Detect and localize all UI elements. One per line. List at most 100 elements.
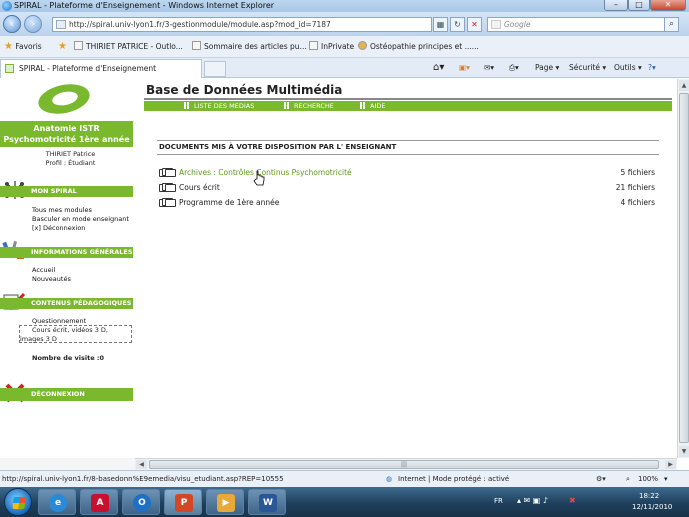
- folder-icon: [159, 168, 177, 177]
- documents-heading: DOCUMENTS MIS À VOTRE DISPOSITION PAR L'…: [157, 140, 659, 155]
- link-nouveautes[interactable]: Nouveautés: [32, 275, 71, 284]
- folder-link[interactable]: Cours écrit: [179, 181, 220, 194]
- folder-icon: [159, 183, 177, 192]
- alert-icon[interactable]: ✖: [569, 496, 576, 505]
- scroll-right-icon[interactable]: ▶: [665, 460, 676, 469]
- start-button[interactable]: [4, 488, 32, 516]
- scroll-left-icon[interactable]: ◀: [136, 460, 147, 469]
- zoom-level[interactable]: 100%: [638, 471, 658, 487]
- page-icon: [309, 41, 318, 50]
- refresh-icon[interactable]: ↻: [450, 17, 465, 32]
- folder-link[interactable]: Archives : Contrôles Continus Psychomotr…: [179, 166, 352, 179]
- link-accueil[interactable]: Accueil: [32, 266, 55, 275]
- link-cours-ecrit-videos[interactable]: Cours écrit, vidéos 3 D, images 3 D: [19, 325, 132, 343]
- favorite-label: InPrivate: [321, 42, 355, 51]
- url-text: http://spiral.univ-lyon1.fr/3-gestionmod…: [69, 20, 331, 29]
- scroll-up-icon[interactable]: ▲: [679, 80, 689, 91]
- tools-menu[interactable]: Outils ▾: [614, 58, 642, 78]
- page-menu[interactable]: Page ▾: [535, 58, 559, 78]
- menu-recherche[interactable]: RECHERCHE: [284, 101, 334, 111]
- scroll-thumb-horizontal[interactable]: |||: [149, 460, 659, 469]
- page-icon: [192, 41, 201, 50]
- favorites-button[interactable]: ★ Favoris: [4, 36, 42, 58]
- scroll-down-icon[interactable]: ▼: [679, 446, 689, 457]
- folder-row[interactable]: Archives : Contrôles Continus Psychomotr…: [157, 166, 655, 179]
- cours-ecrit-line2: images 3 D: [20, 335, 57, 343]
- visit-count: Nombre de visite :0: [32, 354, 104, 362]
- folder-row[interactable]: Cours écrit 21 fichiers: [157, 181, 655, 194]
- favorite-label: THIRIET PATRICE - Outlo...: [86, 42, 183, 51]
- menu-aide[interactable]: AIDE: [360, 101, 385, 111]
- favorite-label: Sommaire des articles pu...: [204, 42, 307, 51]
- favorite-link-outlook[interactable]: THIRIET PATRICE - Outlo...: [74, 36, 183, 58]
- link-basculer-mode-enseignant[interactable]: Basculer en mode enseignant: [32, 215, 129, 224]
- clock-date[interactable]: 12/11/2010: [632, 503, 672, 511]
- page-title: Base de Données Multimédia: [146, 83, 343, 97]
- new-tab-button[interactable]: [204, 61, 226, 77]
- documents-panel: DOCUMENTS MIS À VOTRE DISPOSITION PAR L'…: [157, 140, 659, 210]
- zoom-dropdown-icon[interactable]: ▾: [664, 471, 668, 487]
- tab-spiral[interactable]: SPIRAL - Plateforme d'Enseignement: [0, 59, 202, 78]
- minimize-button[interactable]: –: [604, 0, 628, 11]
- folder-row[interactable]: Programme de 1ère année 4 fichiers: [157, 196, 655, 209]
- folder-icon: [159, 198, 177, 207]
- help-icon[interactable]: ?▾: [648, 58, 656, 78]
- course-title-line1: Anatomie ISTR: [33, 124, 100, 133]
- clock-time[interactable]: 18:22: [639, 492, 659, 500]
- star-icon: ★: [4, 41, 13, 52]
- taskbar-outlook[interactable]: O: [122, 489, 160, 515]
- tray-icons[interactable]: ▴ ✉ ▣ ♪: [517, 496, 548, 505]
- maximize-button[interactable]: □: [628, 0, 650, 11]
- stop-icon[interactable]: ✕: [467, 17, 482, 32]
- taskbar-word[interactable]: W: [248, 489, 286, 515]
- protected-mode-icon[interactable]: ⚙▾: [596, 471, 606, 487]
- user-name: THIRIET Patrice: [45, 150, 96, 158]
- menu-liste-des-medias[interactable]: LISTE DES MEDIAS: [184, 101, 254, 111]
- google-icon: [491, 20, 501, 29]
- home-icon[interactable]: ⌂▾: [433, 58, 444, 78]
- zoom-icon: ⌕: [626, 475, 630, 483]
- rss-icon[interactable]: ▣▾: [459, 58, 470, 78]
- taskbar-acrobat[interactable]: A: [80, 489, 118, 515]
- sidebar: Anatomie ISTR Psychomotricité 1ère année…: [0, 79, 133, 403]
- favorite-link-sommaire[interactable]: Sommaire des articles pu...: [192, 36, 307, 58]
- horizontal-scrollbar[interactable]: ◀ ||| ▶: [135, 458, 677, 470]
- print-icon[interactable]: ⎙▾: [509, 58, 519, 78]
- forward-button[interactable]: ›: [24, 15, 42, 33]
- favorite-link-osteopathie[interactable]: Ostéopathie principes et ......: [358, 36, 479, 58]
- deconnexion-button[interactable]: DÉCONNEXION: [0, 388, 133, 401]
- folder-link[interactable]: Programme de 1ère année: [179, 196, 279, 209]
- tab-title: SPIRAL - Plateforme d'Enseignement: [19, 64, 157, 73]
- compat-view-icon[interactable]: ▦: [433, 17, 448, 32]
- page-icon: [56, 20, 66, 29]
- vertical-scrollbar[interactable]: ▲ ▼: [677, 79, 689, 458]
- close-window-button[interactable]: ✕: [650, 0, 686, 11]
- media-menu-bar: LISTE DES MEDIAS RECHERCHE AIDE: [144, 101, 672, 111]
- taskbar-ie[interactable]: e: [38, 489, 76, 515]
- spiral-favicon-icon: [5, 64, 14, 73]
- scroll-thumb[interactable]: [679, 93, 689, 443]
- search-input[interactable]: Google ⌕: [487, 17, 679, 32]
- security-menu[interactable]: Sécurité ▾: [569, 58, 606, 78]
- user-profile: Profil : Étudiant: [45, 159, 96, 167]
- link-deconnexion-small[interactable]: [x] Déconnexion: [32, 224, 85, 233]
- title-divider: [144, 98, 672, 100]
- flower-icon: [358, 41, 367, 50]
- back-button[interactable]: ‹: [3, 15, 21, 33]
- menu-label: RECHERCHE: [294, 102, 334, 110]
- powerpoint-icon: P: [175, 494, 193, 512]
- add-favorite-icon[interactable]: ★: [58, 36, 67, 58]
- link-tous-mes-modules[interactable]: Tous mes modules: [32, 206, 92, 215]
- section-contenus-pedagogiques: CONTENUS PÉDAGOGIQUES: [0, 298, 133, 309]
- security-zone: Internet | Mode protégé : activé: [398, 475, 510, 483]
- user-info: THIRIET Patrice Profil : Étudiant: [0, 150, 133, 168]
- search-icon[interactable]: ⌕: [664, 17, 679, 32]
- url-field[interactable]: http://spiral.univ-lyon1.fr/3-gestionmod…: [52, 17, 432, 32]
- mail-icon[interactable]: ✉▾: [484, 58, 494, 78]
- taskbar-media-player[interactable]: ▶: [206, 489, 244, 515]
- favorites-label: Favoris: [15, 42, 42, 51]
- favorite-link-inprivate[interactable]: InPrivate: [309, 36, 354, 58]
- taskbar-powerpoint[interactable]: P: [164, 489, 202, 515]
- language-indicator[interactable]: FR: [494, 497, 503, 505]
- file-count: 4 fichiers: [620, 198, 655, 207]
